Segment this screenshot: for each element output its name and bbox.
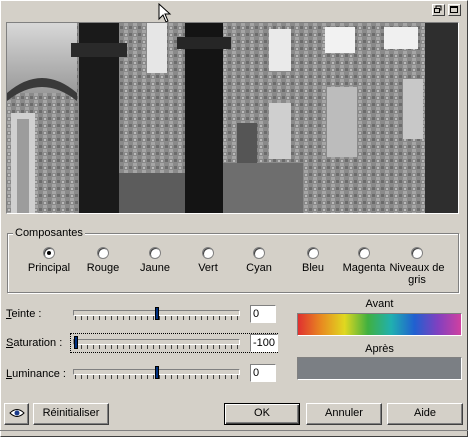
help-button[interactable]: Aide bbox=[387, 403, 463, 425]
restore-icon bbox=[434, 5, 442, 13]
radio-vert[interactable] bbox=[202, 247, 214, 259]
composantes-label: Composantes bbox=[13, 227, 85, 239]
saturation-slider-thumb[interactable] bbox=[74, 336, 78, 349]
apres-color-bar bbox=[297, 357, 462, 380]
eye-icon bbox=[8, 409, 25, 417]
saturation-slider[interactable] bbox=[73, 336, 240, 350]
apres-label: Après bbox=[365, 343, 394, 355]
radio-cyan[interactable] bbox=[253, 247, 265, 259]
luminance-label: Luminance : bbox=[6, 368, 66, 380]
radio-magenta[interactable] bbox=[358, 247, 370, 259]
image-preview bbox=[6, 22, 459, 214]
maximize-button[interactable] bbox=[448, 4, 461, 16]
avant-label: Avant bbox=[365, 298, 394, 310]
teinte-slider-thumb[interactable] bbox=[154, 307, 159, 320]
luminance-value-input[interactable]: 0 bbox=[250, 364, 276, 382]
avant-color-bar bbox=[297, 313, 462, 336]
radio-principal[interactable] bbox=[43, 247, 55, 259]
maximize-icon bbox=[450, 6, 458, 13]
preview-toggle-button[interactable] bbox=[4, 403, 29, 425]
preview-photo bbox=[7, 23, 458, 213]
ok-button[interactable]: OK bbox=[224, 403, 300, 425]
saturation-label: Saturation : bbox=[6, 337, 63, 349]
teinte-slider[interactable] bbox=[73, 307, 240, 321]
radio-label-niveaux-de-gris: Niveaux de gris bbox=[389, 262, 445, 286]
radio-bleu[interactable] bbox=[307, 247, 319, 259]
restore-button[interactable] bbox=[432, 4, 445, 16]
teinte-label: Teinte : bbox=[6, 308, 42, 320]
reset-button[interactable]: Réinitialiser bbox=[33, 403, 109, 425]
saturation-value-input[interactable]: -100 bbox=[250, 334, 278, 352]
radio-jaune[interactable] bbox=[149, 247, 161, 259]
radio-niveaux-de-gris[interactable] bbox=[411, 247, 423, 259]
cancel-button[interactable]: Annuler bbox=[306, 403, 382, 425]
luminance-slider[interactable] bbox=[73, 366, 240, 380]
teinte-value-input[interactable]: 0 bbox=[250, 305, 276, 323]
luminance-slider-thumb[interactable] bbox=[154, 366, 159, 379]
radio-rouge[interactable] bbox=[97, 247, 109, 259]
bottom-divider bbox=[0, 430, 468, 431]
